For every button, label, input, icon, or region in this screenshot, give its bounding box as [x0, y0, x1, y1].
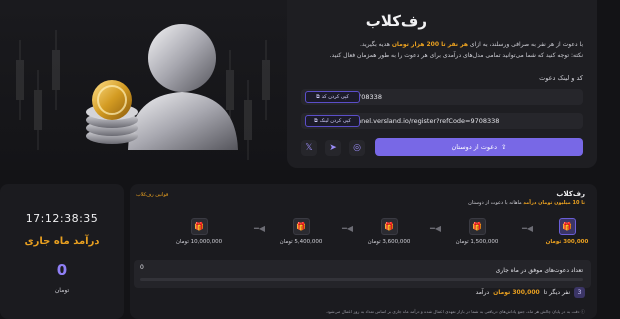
- gift-icon: 🎁: [558, 218, 576, 235]
- next-suffix: درآمد: [475, 289, 490, 296]
- referral-code-field: 9708338 ⧉ کپی کردن کد: [301, 89, 583, 105]
- level-step: 🎁 1,500,000 تومان: [447, 218, 507, 248]
- x-icon[interactable]: 𝕏: [301, 140, 317, 156]
- levels-card: رف‌کلاب تا 10 میلیون تومان درآمد ماهانه …: [130, 184, 597, 319]
- level-step-label: 300,000 تومان: [545, 239, 589, 245]
- monthly-income-value: 0: [56, 261, 68, 279]
- arrow-left-icon: ◀━: [430, 224, 441, 233]
- level-step: 🎁 300,000 تومان: [537, 218, 597, 248]
- level-step-label: 3,600,000 تومان: [367, 239, 411, 245]
- levels-subtitle: تا 10 میلیون تومان درآمد ماهانه با دعوت …: [468, 200, 585, 206]
- monthly-stats-card: 17:12:38:35 درآمد ماه جاری 0 تومان: [0, 184, 124, 319]
- successful-invites-count: 0: [140, 264, 144, 271]
- monthly-income-title: درآمد ماه جاری: [24, 236, 100, 247]
- arrow-left-icon: ◀━: [342, 224, 353, 233]
- desc-highlight: هر نفر تا 200 هزار تومان: [391, 41, 468, 48]
- levels-footnote: ⓘ دقت به در پایان چالش هر ماه، جمع پاداش…: [326, 309, 585, 315]
- level-step-label: 1,500,000 تومان: [455, 239, 499, 245]
- levels-subtitle-highlight: تا 10 میلیون تومان درآمد: [523, 200, 585, 206]
- level-step-label: 10,000,000 تومان: [175, 239, 223, 245]
- arrow-left-icon: ◀━: [522, 224, 533, 233]
- desc-prefix: با دعوت از هر نفر به صرافی ورسلند، به از…: [469, 41, 583, 48]
- level-step: 🎁 10,000,000 تومان: [169, 218, 229, 248]
- rules-link[interactable]: قوانین رف‌کلاب: [136, 192, 168, 198]
- gift-icon: 🎁: [190, 218, 208, 235]
- referral-description: با دعوت از هر نفر به صرافی ورسلند، به از…: [297, 40, 583, 49]
- countdown-timer: 17:12:38:35: [25, 212, 99, 225]
- invite-label: دعوت از دوستان: [451, 143, 498, 151]
- arrow-left-icon: ◀━: [254, 224, 265, 233]
- copy-link-label: کپی کردن لینک: [319, 118, 351, 124]
- level-step: 🎁 5,400,000 تومان: [271, 218, 331, 248]
- telegram-glyph: ➤: [329, 143, 337, 153]
- gift-icon: 🎁: [292, 218, 310, 235]
- levels-title: رف‌کلاب: [556, 190, 585, 198]
- referral-title: رف‌کلاب: [365, 12, 427, 30]
- next-reward-hint: 3 نفر دیگر تا 300,000 تومان درآمد: [476, 287, 585, 298]
- remaining-count-badge: 3: [574, 287, 585, 298]
- copy-link-button[interactable]: ⧉ کپی کردن لینک: [305, 115, 360, 127]
- x-glyph: 𝕏: [305, 143, 313, 153]
- successful-invites-box: تعداد دعوت‌های موفق در ماه جاری 0: [134, 260, 591, 288]
- copy-icon: ⧉: [316, 94, 320, 100]
- level-step-label: 5,400,000 تومان: [279, 239, 323, 245]
- copy-code-label: کپی کردن کد: [321, 94, 349, 100]
- footnote-text: دقت به در پایان چالش هر ماه، جمع پاداش‌ه…: [325, 309, 580, 314]
- code-label: کد و لینک دعوت: [539, 74, 583, 82]
- gift-icon: 🎁: [380, 218, 398, 235]
- desc-suffix: هدیه بگیرید.: [359, 41, 390, 48]
- referral-note: نکته: توجه کنید که شما می‌توانید تمامی م…: [329, 52, 583, 59]
- currency-unit: تومان: [54, 287, 70, 294]
- referral-card: رف‌کلاب با دعوت از هر نفر به صرافی ورسلن…: [287, 0, 597, 168]
- invites-progress-bar: [140, 278, 583, 281]
- copy-code-button[interactable]: ⧉ کپی کردن کد: [305, 91, 360, 103]
- invite-friends-button[interactable]: ⇪ دعوت از دوستان: [375, 138, 583, 156]
- info-icon: ⓘ: [580, 309, 585, 314]
- share-icon: ⇪: [501, 143, 507, 151]
- user-avatar-figure: [86, 24, 238, 150]
- level-step: 🎁 3,600,000 تومان: [359, 218, 419, 248]
- referral-page: رف‌کلاب با دعوت از هر نفر به صرافی ورسلن…: [0, 0, 620, 319]
- successful-invites-label: تعداد دعوت‌های موفق در ماه جاری: [495, 267, 583, 274]
- next-prefix: نفر دیگر تا: [543, 289, 570, 296]
- referral-link-value: panel.versland.io/register?refCode=97083…: [353, 117, 500, 125]
- hero-illustration: [0, 0, 290, 170]
- levels-subtitle-rest: ماهانه با دعوت از دوستان: [468, 200, 522, 206]
- referral-link-field: panel.versland.io/register?refCode=97083…: [301, 113, 583, 129]
- copy-icon: ⧉: [314, 118, 318, 124]
- next-amount: 300,000 تومان: [493, 289, 540, 296]
- instagram-icon[interactable]: ◎: [349, 140, 365, 156]
- gift-icon: 🎁: [468, 218, 486, 235]
- telegram-icon[interactable]: ➤: [325, 140, 341, 156]
- instagram-glyph: ◎: [353, 143, 361, 153]
